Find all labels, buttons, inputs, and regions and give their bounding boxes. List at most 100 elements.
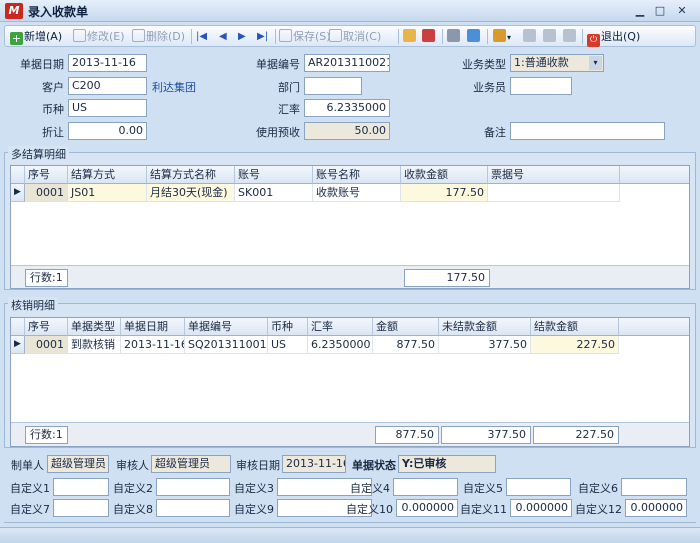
custom7-label: 自定义7 [10,503,50,516]
link-button[interactable] [563,28,577,45]
delete-button[interactable]: 删除(D) [132,28,185,45]
col-header[interactable]: 账号 [235,166,313,184]
minimize-icon[interactable]: ▁ [632,4,648,18]
divider [4,522,696,523]
salesman-field[interactable] [510,77,572,95]
maker-field[interactable]: 超级管理员 [47,455,109,473]
status-field[interactable]: Y:已审核 [398,455,496,473]
close-icon[interactable]: ✕ [674,4,690,18]
dept-field[interactable] [304,77,362,95]
col-header[interactable]: 序号 [25,166,68,184]
table-cell[interactable]: 到款核销 [68,336,121,354]
col-header[interactable]: 单据类型 [68,318,121,336]
folder-button[interactable] [403,28,417,45]
settle-rowcount: 行数:1 [25,269,68,287]
custom5-field[interactable] [506,478,571,496]
col-header[interactable]: 结款金额 [531,318,619,336]
row-indicator[interactable]: ▶ [11,184,25,202]
maximize-icon[interactable]: □ [652,4,668,18]
table-cell[interactable]: 6.2350000 [308,336,373,354]
date-field[interactable]: 2013-11-16 [68,54,147,72]
add-button[interactable]: + 新增(A) [10,28,62,45]
table-cell[interactable]: 0001 [25,336,68,354]
print-button[interactable] [447,28,461,45]
cancel-label: 取消(C) [343,30,382,43]
rate-field[interactable]: 6.2335000 [304,99,390,117]
col-header[interactable]: 结算方式名称 [147,166,235,184]
col-header[interactable]: 序号 [25,318,68,336]
table-cell[interactable]: SQ2013110017 [185,336,268,354]
custom7-field[interactable] [53,499,109,517]
col-header[interactable]: 结算方式 [68,166,147,184]
auditdate-field[interactable]: 2013-11-16 [282,455,346,473]
table-cell[interactable] [488,184,620,202]
currency-field[interactable]: US [68,99,147,117]
col-header[interactable]: 汇率 [308,318,373,336]
col-header[interactable]: 单据编号 [185,318,268,336]
table-cell[interactable]: 177.50 [401,184,488,202]
last-record-button[interactable]: ▶| [257,28,268,45]
tools-dropdown[interactable]: ▾ [493,28,511,45]
custom10-field[interactable]: 0.000000 [396,499,458,517]
attach-icon [422,29,435,42]
edit-button[interactable]: 修改(E) [73,28,125,45]
row-indicator[interactable]: ▶ [11,336,25,354]
custom11-field[interactable]: 0.000000 [510,499,572,517]
export-button[interactable] [467,28,481,45]
attach-button[interactable] [422,28,436,45]
custom4-field[interactable] [393,478,458,496]
billno-label: 单据编号 [256,58,300,71]
billno-field[interactable]: AR2013110021 [304,54,390,72]
prev-record-button[interactable]: ◀ [219,28,227,45]
table-cell[interactable]: 377.50 [439,336,531,354]
table-cell[interactable]: SK001 [235,184,313,202]
verify-total-unsettled: 377.50 [441,426,531,444]
remark-label: 备注 [484,126,506,139]
next-record-button[interactable]: ▶ [238,28,246,45]
custom12-field[interactable]: 0.000000 [625,499,687,517]
table-cell[interactable]: 227.50 [531,336,619,354]
salesman-label: 业务员 [473,81,506,94]
cancel-button[interactable]: 取消(C) [329,28,381,45]
col-header[interactable]: 金额 [373,318,439,336]
col-header[interactable]: 未结款金额 [439,318,531,336]
col-header[interactable]: 收款金额 [401,166,488,184]
biztype-select[interactable]: 1:普通收款 ▾ [510,54,604,72]
col-header[interactable]: 账号名称 [313,166,401,184]
verify-footer: 行数:1 877.50 377.50 227.50 [11,422,689,446]
table-cell[interactable]: 0001 [25,184,68,202]
table-cell[interactable]: JS01 [68,184,147,202]
custom6-field[interactable] [621,478,687,496]
verify-total-amount: 877.50 [375,426,439,444]
custom6-label: 自定义6 [578,482,618,495]
col-header[interactable]: 币种 [268,318,308,336]
table-cell[interactable]: 877.50 [373,336,439,354]
remark-field[interactable] [510,122,665,140]
grid-corner [11,318,25,336]
col-header[interactable]: 单据日期 [121,318,185,336]
copy-button[interactable] [523,28,537,45]
tools-icon [493,29,506,42]
delete-label: 删除(D) [146,30,186,43]
save-button[interactable]: 保存(S) [279,28,331,45]
table-cell[interactable]: 月结30天(现金) [147,184,235,202]
auditor-field[interactable]: 超级管理员 [151,455,231,473]
table-cell[interactable]: 收款账号 [313,184,401,202]
custom8-field[interactable] [156,499,230,517]
custom1-field[interactable] [53,478,109,496]
dept-label: 部门 [278,81,300,94]
discount-field[interactable]: 0.00 [68,122,147,140]
prepay-field[interactable]: 50.00 [304,122,390,140]
exit-button[interactable]: ⏻ 退出(Q) [587,28,640,47]
table-cell[interactable]: 2013-11-16 [121,336,185,354]
chevron-down-icon[interactable]: ▾ [589,56,602,70]
prev-icon: ◀ [219,31,227,42]
customer-field[interactable]: C200 [68,77,147,95]
custom2-field[interactable] [156,478,230,496]
add-label: 新增(A) [24,30,63,43]
refresh-button[interactable] [543,28,557,45]
discount-label: 折让 [42,126,64,139]
table-cell[interactable]: US [268,336,308,354]
first-record-button[interactable]: |◀ [196,28,207,45]
col-header[interactable]: 票据号 [488,166,620,184]
